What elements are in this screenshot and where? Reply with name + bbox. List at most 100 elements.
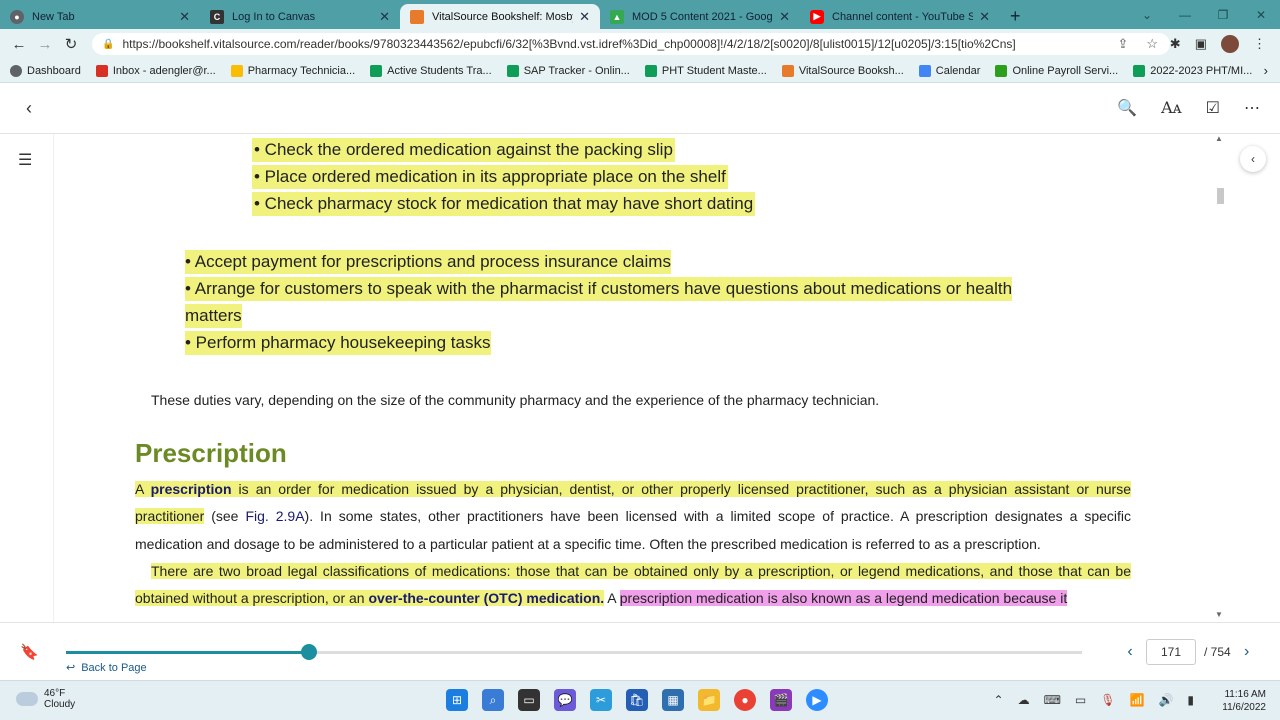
youtube-icon: ▶ bbox=[810, 9, 824, 24]
clock[interactable]: 11:16 AM 11/6/2022 bbox=[1222, 688, 1266, 714]
more-horizontal-icon[interactable]: ⋯ bbox=[1244, 98, 1260, 118]
close-icon[interactable]: ✕ bbox=[579, 9, 590, 25]
reader-header: ‹ 🔍 Aᴀ ☑ ⋯ bbox=[0, 84, 1280, 134]
calendar-icon bbox=[918, 64, 931, 77]
close-window-icon[interactable]: ✕ bbox=[1242, 8, 1280, 22]
weather-widget[interactable]: 46°F Cloudy bbox=[16, 688, 75, 710]
onedrive-icon[interactable]: ☁ bbox=[1018, 693, 1030, 707]
sheets-icon bbox=[1133, 64, 1146, 77]
bookmark-inbox[interactable]: Inbox - adengler@r... bbox=[95, 64, 216, 77]
slider-handle[interactable] bbox=[300, 644, 317, 660]
minimize-icon[interactable]: — bbox=[1166, 8, 1204, 22]
forward-arrow-icon[interactable]: → bbox=[32, 36, 58, 53]
share-icon[interactable]: ⇪ bbox=[1117, 36, 1128, 52]
prev-page-icon[interactable]: ‹ bbox=[1122, 643, 1138, 661]
menu-icon[interactable]: ☰ bbox=[18, 150, 32, 170]
tab-title: Log In to Canvas bbox=[232, 10, 316, 23]
side-panel-icon[interactable]: ▣ bbox=[1195, 36, 1207, 52]
bookmark-calendar[interactable]: Calendar bbox=[918, 64, 980, 77]
close-icon[interactable]: ✕ bbox=[979, 9, 990, 25]
volume-icon[interactable]: 🔊 bbox=[1158, 693, 1173, 707]
bookmark-vitalsource[interactable]: VitalSource Booksh... bbox=[781, 64, 904, 77]
bookmark-icon[interactable]: 🔖 bbox=[20, 643, 39, 661]
sub-bullet: • Check pharmacy stock for medication th… bbox=[252, 192, 756, 216]
battery-icon[interactable]: ▮ bbox=[1187, 693, 1194, 707]
back-arrow-icon[interactable]: ← bbox=[6, 36, 32, 53]
bullet: • Perform pharmacy housekeeping tasks bbox=[185, 331, 491, 355]
restore-icon[interactable]: ❐ bbox=[1204, 8, 1242, 22]
search-icon[interactable]: 🔍 bbox=[1117, 98, 1137, 118]
avatar[interactable] bbox=[1221, 35, 1239, 53]
new-tab-button[interactable]: + bbox=[1000, 4, 1031, 29]
return-icon: ↩ bbox=[66, 662, 76, 674]
collapse-panel-button[interactable]: ‹ bbox=[1240, 146, 1266, 172]
file-explorer-icon[interactable]: 📁 bbox=[698, 689, 720, 711]
term-otc[interactable]: over-the-counter (OTC) medication. bbox=[368, 590, 605, 607]
text-size-icon[interactable]: Aᴀ bbox=[1161, 98, 1182, 118]
toolbar: ← → ↻ 🔒 https://bookshelf.vitalsource.co… bbox=[0, 29, 1280, 59]
clapper-icon[interactable]: 🎬 bbox=[770, 689, 792, 711]
back-chevron-icon[interactable]: ‹ bbox=[26, 98, 32, 119]
page-number-input[interactable]: 171 bbox=[1146, 639, 1196, 665]
tab-title: Channel content - YouTube Studi bbox=[832, 10, 974, 23]
reload-icon[interactable]: ↻ bbox=[58, 35, 84, 53]
window-controls: ⌄ — ❐ ✕ bbox=[1128, 0, 1280, 29]
bookmark-online-payroll[interactable]: Online Payroll Servi... bbox=[995, 64, 1118, 77]
back-to-page-link[interactable]: ↩ Back to Page bbox=[66, 661, 147, 675]
bookmark-pht-mi[interactable]: 2022-2023 PHT/MI... bbox=[1133, 64, 1252, 77]
extensions-icon[interactable]: ✱ bbox=[1170, 36, 1181, 52]
bookmark-pharmacy-technician[interactable]: Pharmacy Technicia... bbox=[230, 64, 355, 77]
bookmark-sap-tracker[interactable]: SAP Tracker - Onlin... bbox=[506, 64, 630, 77]
store-icon[interactable]: 🛍 bbox=[626, 689, 648, 711]
scroll-down-icon[interactable]: ▼ bbox=[1215, 610, 1223, 619]
tab-title: VitalSource Bookshelf: Mosby's P bbox=[432, 10, 573, 23]
next-page-icon[interactable]: › bbox=[1239, 643, 1255, 661]
snipping-tool-icon[interactable]: ✂ bbox=[590, 689, 612, 711]
search-icon[interactable]: ⌕ bbox=[482, 689, 504, 711]
left-panel: ☰ bbox=[0, 134, 54, 622]
chevron-up-icon[interactable]: ⌃ bbox=[994, 693, 1004, 707]
microphone-icon[interactable]: 🎙 bbox=[1100, 693, 1115, 707]
bookmark-active-students[interactable]: Active Students Tra... bbox=[370, 64, 492, 77]
chevron-down-icon[interactable]: ⌄ bbox=[1128, 8, 1166, 22]
scroll-thumb[interactable] bbox=[1217, 188, 1224, 204]
close-icon[interactable]: ✕ bbox=[179, 9, 190, 25]
tab-google-drive[interactable]: ▲ MOD 5 Content 2021 - Google Dr ✕ bbox=[600, 4, 800, 29]
star-icon[interactable]: ☆ bbox=[1146, 36, 1158, 52]
tab-canvas[interactable]: C Log In to Canvas ✕ bbox=[200, 4, 400, 29]
taskbar: 46°F Cloudy ⊞ ⌕ ▭ 💬 ✂ 🛍 ▦ 📁 ● 🎬 ▶ ⌃ ☁ ⌨ … bbox=[0, 680, 1280, 720]
term-prescription[interactable]: prescription bbox=[150, 481, 232, 497]
keyboard-icon[interactable]: ⌨ bbox=[1044, 693, 1061, 707]
more-vertical-icon[interactable]: ⋮ bbox=[1253, 36, 1266, 52]
tab-title: New Tab bbox=[32, 10, 75, 23]
duties-text: These duties vary, depending on the size… bbox=[151, 392, 880, 408]
close-icon[interactable]: ✕ bbox=[379, 9, 390, 25]
notes-icon[interactable]: ☑ bbox=[1206, 98, 1220, 118]
slider-fill bbox=[66, 651, 309, 654]
address-bar[interactable]: 🔒 https://bookshelf.vitalsource.com/read… bbox=[92, 33, 1170, 55]
display-icon[interactable]: ▭ bbox=[1075, 693, 1086, 707]
bullet: • Arrange for customers to speak with th… bbox=[185, 277, 1013, 301]
close-icon[interactable]: ✕ bbox=[779, 9, 790, 25]
cloud-icon bbox=[16, 692, 38, 706]
calculator-icon[interactable]: ▦ bbox=[662, 689, 684, 711]
tab-vitalsource[interactable]: VitalSource Bookshelf: Mosby's P ✕ bbox=[400, 4, 600, 29]
chevron-right-icon[interactable]: › bbox=[1264, 63, 1268, 78]
task-view-icon[interactable]: ▭ bbox=[518, 689, 540, 711]
wifi-icon[interactable]: 📶 bbox=[1129, 693, 1144, 707]
chrome-icon[interactable]: ● bbox=[734, 689, 756, 711]
windows-start-icon[interactable]: ⊞ bbox=[446, 689, 468, 711]
scroll-up-icon[interactable]: ▲ bbox=[1215, 134, 1223, 143]
zoom-icon[interactable]: ▶ bbox=[806, 689, 828, 711]
scrollbar[interactable]: ▲ ▼ bbox=[1212, 134, 1228, 622]
tab-youtube-studio[interactable]: ▶ Channel content - YouTube Studi ✕ bbox=[800, 4, 1000, 29]
bookmark-dashboard[interactable]: Dashboard bbox=[10, 64, 81, 77]
page-slider[interactable] bbox=[66, 644, 1082, 660]
figure-link[interactable]: Fig. 2.9A bbox=[245, 508, 304, 524]
vitalsource-icon bbox=[781, 64, 794, 77]
tab-new-tab[interactable]: ● New Tab ✕ bbox=[0, 4, 200, 29]
bookmark-pht-student[interactable]: PHT Student Maste... bbox=[644, 64, 767, 77]
sub-bullet: • Check the ordered medication against t… bbox=[252, 138, 675, 162]
chat-icon[interactable]: 💬 bbox=[554, 689, 576, 711]
page-navigator: ‹ 171 / 754 › bbox=[1122, 639, 1255, 665]
